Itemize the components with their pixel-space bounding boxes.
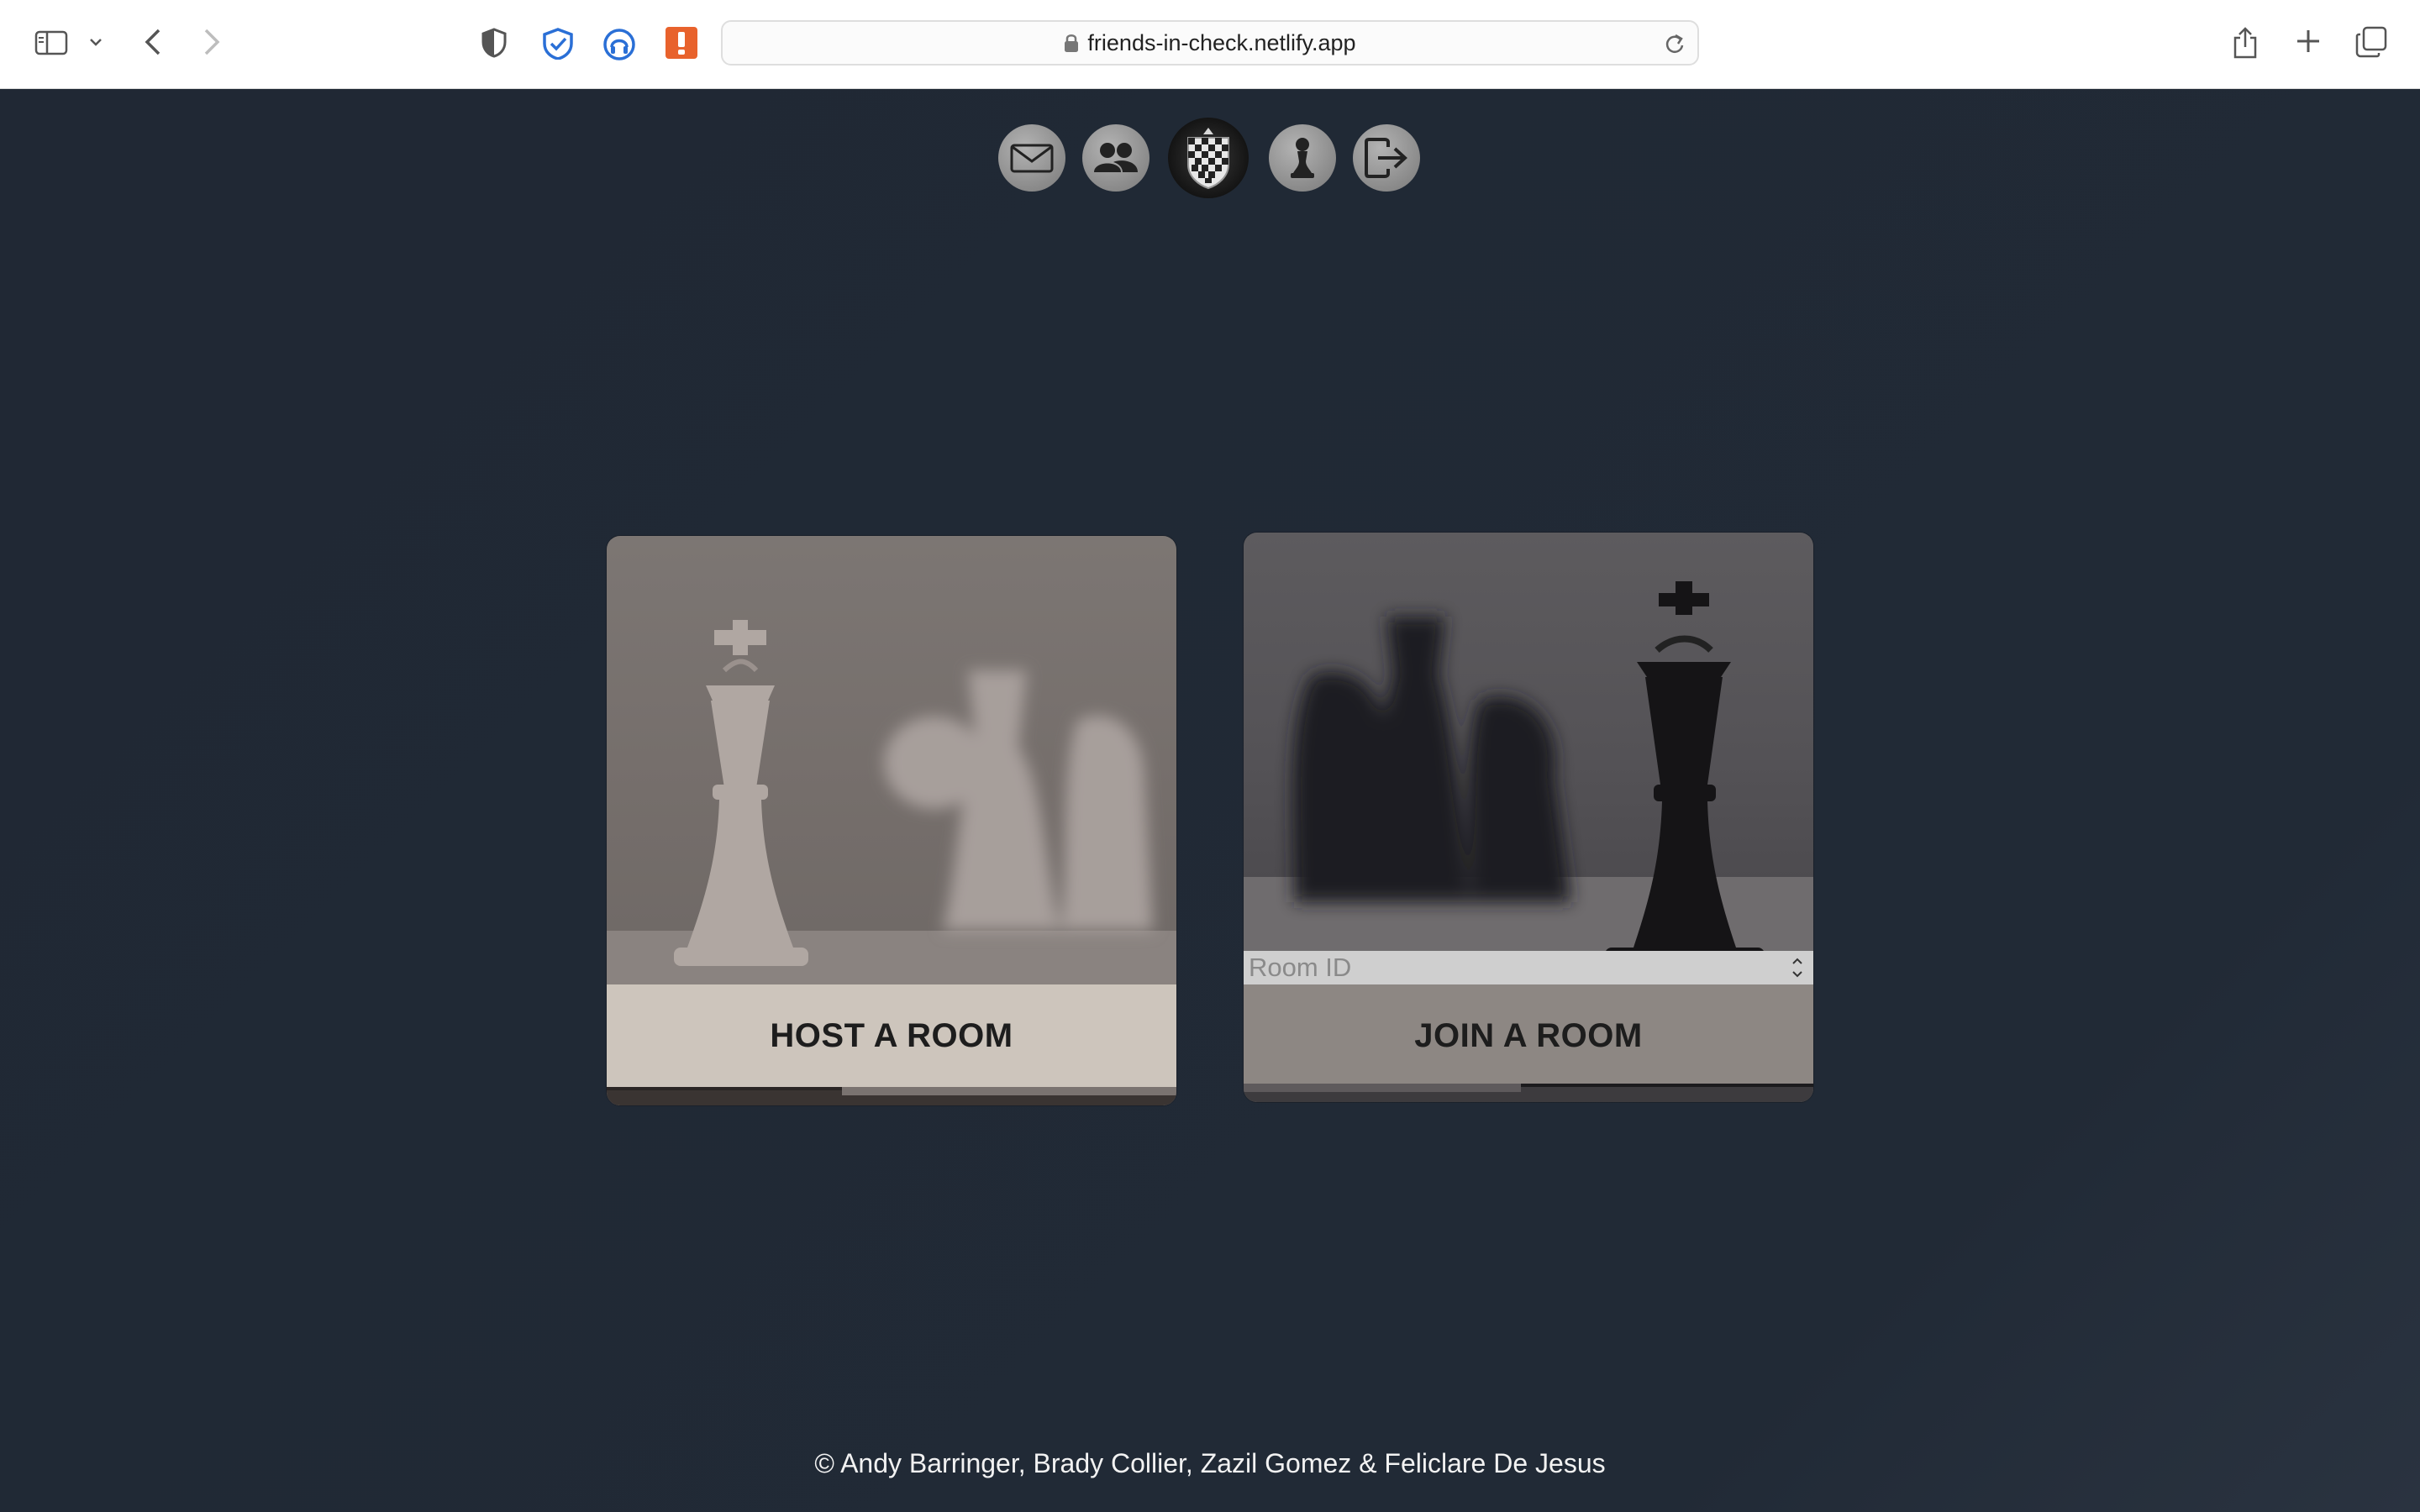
top-navigation bbox=[998, 106, 1420, 198]
url-text: friends-in-check.netlify.app bbox=[1087, 29, 1356, 55]
room-id-placeholder: Room ID bbox=[1249, 953, 1352, 982]
reload-icon[interactable] bbox=[1664, 32, 1686, 55]
mail-icon[interactable] bbox=[998, 124, 1065, 192]
page-content: HOST A ROOM Room ID JOIN A ROOM © Andy B… bbox=[0, 89, 2420, 1512]
privacy-shield-icon[interactable] bbox=[481, 27, 508, 59]
host-room-card[interactable]: HOST A ROOM bbox=[607, 536, 1176, 1105]
room-id-input[interactable]: Room ID bbox=[1244, 951, 1813, 984]
browser-toolbar: friends-in-check.netlify.app bbox=[0, 0, 2420, 89]
logout-icon[interactable] bbox=[1353, 124, 1420, 192]
lock-icon bbox=[1065, 34, 1079, 52]
chess-logo[interactable] bbox=[1168, 118, 1249, 198]
share-icon[interactable] bbox=[2230, 25, 2260, 60]
footer-credits: © Andy Barringer, Brady Collier, Zazil G… bbox=[814, 1448, 1606, 1478]
friends-icon[interactable] bbox=[1082, 124, 1150, 192]
forward-arrow-icon[interactable] bbox=[200, 27, 224, 57]
extension-alert-icon[interactable] bbox=[666, 27, 697, 59]
new-tab-icon[interactable] bbox=[2294, 27, 2323, 55]
host-room-button[interactable]: HOST A ROOM bbox=[607, 984, 1176, 1087]
sidebar-toggle-icon[interactable] bbox=[34, 29, 69, 57]
back-arrow-icon[interactable] bbox=[141, 27, 165, 57]
number-stepper-icon[interactable] bbox=[1790, 954, 1805, 981]
extension-headphone-icon[interactable] bbox=[602, 27, 637, 62]
bitwarden-shield-icon[interactable] bbox=[541, 27, 575, 60]
pawn-icon[interactable] bbox=[1269, 124, 1336, 192]
join-room-card: Room ID JOIN A ROOM bbox=[1244, 533, 1813, 1102]
chevron-down-icon[interactable] bbox=[87, 34, 104, 50]
card-bottom-edge bbox=[1244, 1084, 1813, 1102]
tab-overview-icon[interactable] bbox=[2354, 25, 2388, 59]
address-bar[interactable]: friends-in-check.netlify.app bbox=[721, 20, 1699, 66]
card-bottom-edge bbox=[607, 1087, 1176, 1105]
join-room-button[interactable]: JOIN A ROOM bbox=[1244, 984, 1813, 1087]
